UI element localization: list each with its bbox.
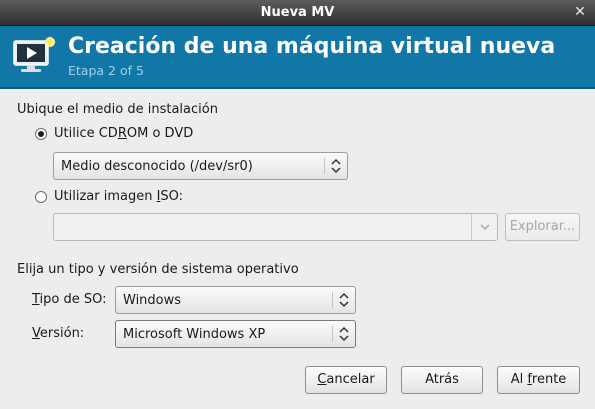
window-titlebar: Nueva MV ✕ [0, 0, 595, 26]
wizard-banner: Creación de una máquina virtual nueva Et… [0, 26, 595, 89]
back-button[interactable]: Atrás [401, 366, 483, 394]
wizard-step: Etapa 2 of 5 [68, 63, 144, 78]
browse-button[interactable]: Explorar... [505, 213, 580, 241]
window-title: Nueva MV [260, 5, 335, 20]
os-version-value: Microsoft Windows XP [123, 327, 266, 342]
iso-radio[interactable] [35, 191, 47, 203]
up-down-arrows-icon [339, 292, 349, 308]
combo-separator [332, 292, 333, 308]
cdrom-radio[interactable] [35, 128, 47, 140]
os-type-select[interactable]: Windows [115, 286, 356, 314]
os-type-label: Tipo de SO: [32, 292, 107, 307]
iso-radio-label[interactable]: Utilizar imagen ISO: [54, 189, 183, 204]
iso-path-combo-entry[interactable] [53, 213, 498, 241]
up-down-arrows-icon [331, 158, 341, 174]
cancel-button[interactable]: Cancelar [305, 366, 387, 394]
os-version-label: Versión: [32, 326, 85, 341]
os-type-value: Windows [123, 293, 182, 308]
cdrom-device-value: Medio desconocido (/dev/sr0) [61, 159, 253, 174]
close-window-button[interactable]: ✕ [571, 3, 589, 21]
combo-separator [324, 158, 325, 174]
entry-separator [471, 214, 472, 240]
combo-separator [332, 326, 333, 342]
cdrom-device-select[interactable]: Medio desconocido (/dev/sr0) [53, 152, 348, 180]
forward-button[interactable]: Al frente [497, 366, 580, 394]
up-down-arrows-icon [339, 326, 349, 342]
chevron-down-icon[interactable] [479, 221, 491, 233]
os-version-select[interactable]: Microsoft Windows XP [115, 320, 356, 348]
install-media-section-label: Ubique el medio de instalación [17, 102, 218, 117]
virtual-machine-icon [13, 36, 56, 72]
cdrom-radio-label[interactable]: Utilice CDROM o DVD [54, 126, 193, 141]
wizard-heading: Creación de una máquina virtual nueva [68, 34, 556, 59]
os-section-label: Elija un tipo y versión de sistema opera… [17, 262, 299, 277]
